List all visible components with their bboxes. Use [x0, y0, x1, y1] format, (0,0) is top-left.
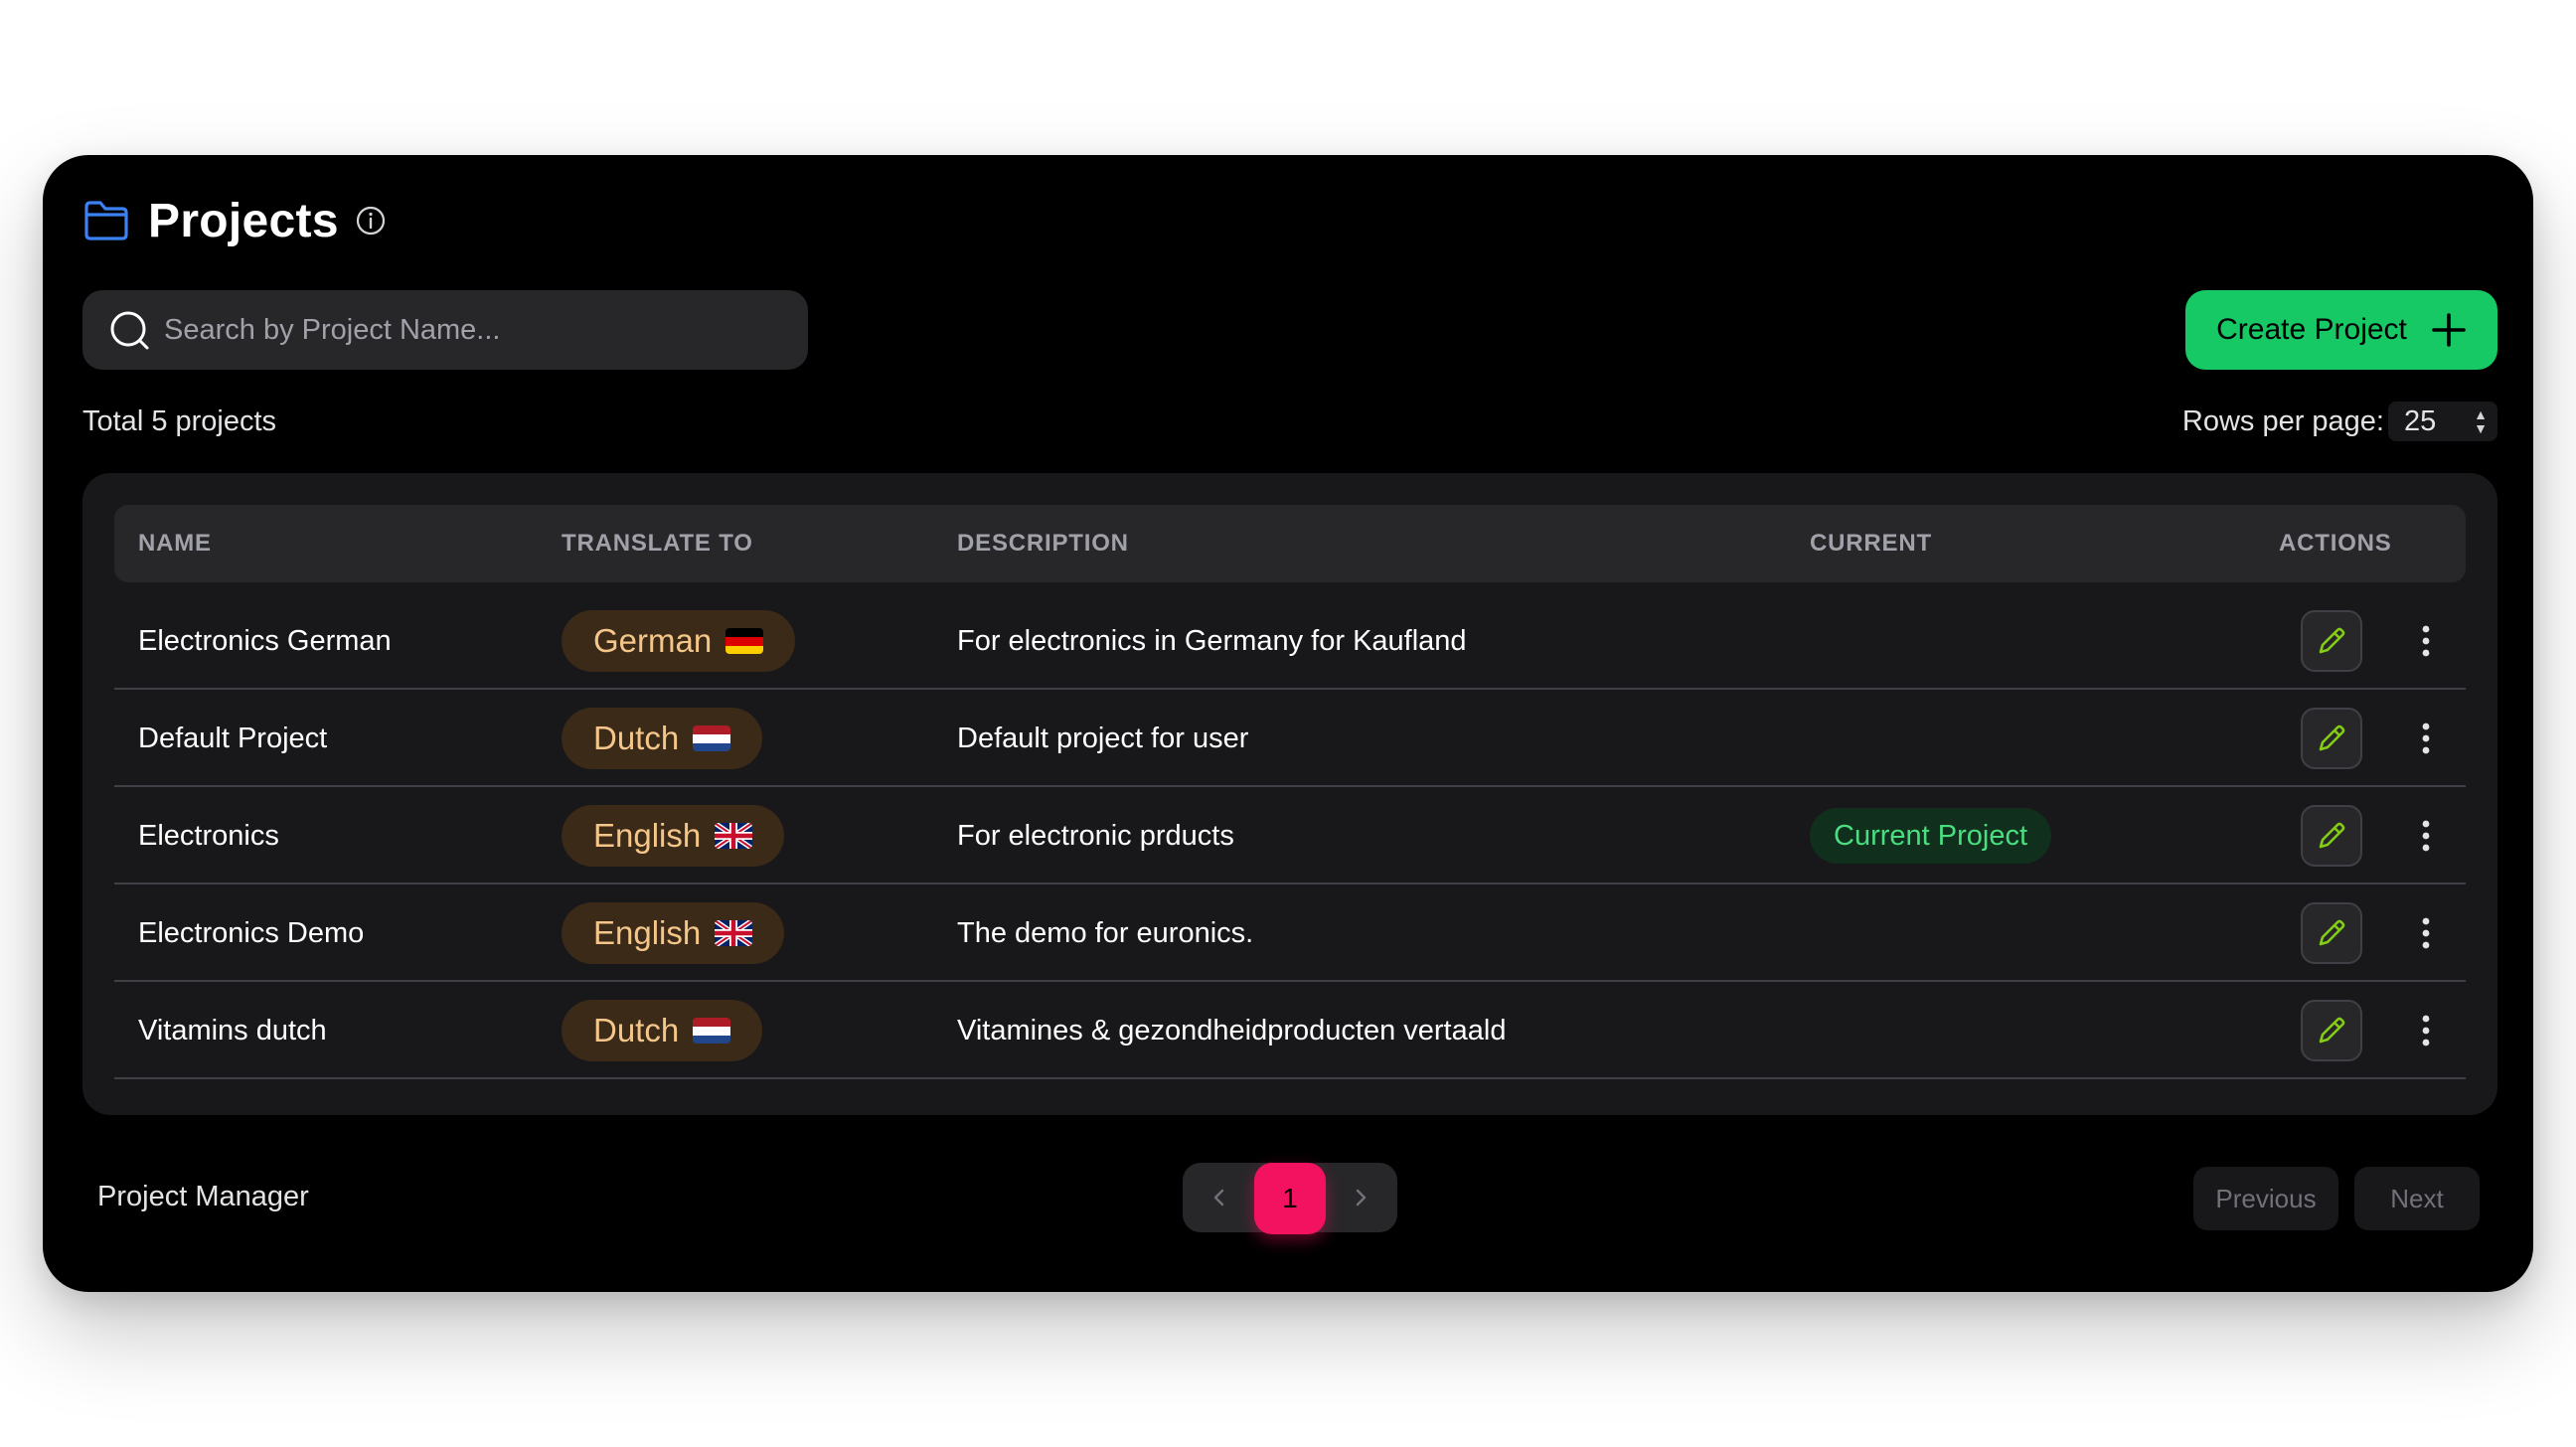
chevron-left-icon[interactable]	[1185, 1163, 1254, 1232]
project-name: Electronics Demo	[138, 916, 365, 949]
pencil-icon	[2315, 916, 2348, 950]
folder-icon	[82, 199, 130, 242]
language-label: English	[593, 817, 702, 854]
language-label: Dutch	[593, 1012, 680, 1048]
edit-project-button[interactable]	[2301, 610, 2362, 672]
more-actions-button[interactable]	[2406, 708, 2446, 769]
search-input[interactable]	[164, 313, 760, 347]
translate-to-cell: English	[562, 884, 785, 982]
plus-icon	[2431, 312, 2467, 348]
de-flag-icon	[725, 628, 764, 654]
create-project-label: Create Project	[2216, 313, 2407, 346]
project-description: Default project for user	[957, 722, 1249, 754]
search-icon	[108, 309, 150, 351]
total-projects-count: Total 5 projects	[82, 405, 277, 437]
language-chip: English	[562, 805, 785, 867]
current-cell: Current Project	[1810, 787, 2052, 884]
edit-project-button[interactable]	[2301, 805, 2362, 867]
language-chip: Dutch	[562, 1000, 763, 1061]
gb-flag-icon	[715, 823, 753, 849]
projects-table: NAME TRANSLATE TO DESCRIPTION CURRENT AC…	[82, 473, 2497, 1115]
footer-label: Project Manager	[97, 1181, 309, 1212]
column-header-name[interactable]: NAME	[138, 505, 212, 582]
more-vertical-icon	[2420, 1013, 2432, 1048]
more-actions-button[interactable]	[2406, 902, 2446, 964]
language-chip: English	[562, 902, 785, 964]
language-chip: Dutch	[562, 708, 763, 769]
pagination: 1	[1183, 1163, 1397, 1234]
column-header-current[interactable]: CURRENT	[1810, 505, 1932, 582]
translate-to-cell: English	[562, 787, 785, 884]
column-header-actions: ACTIONS	[2279, 530, 2392, 557]
pencil-icon	[2315, 624, 2348, 658]
translate-to-cell: Dutch	[562, 982, 763, 1079]
project-description: For electronic prducts	[957, 819, 1234, 852]
table-row[interactable]: Vitamins dutch Dutch Vitamines & gezondhei…	[114, 982, 2466, 1079]
rows-per-page-label: Rows per page:	[2181, 404, 2384, 437]
project-name: Electronics German	[138, 624, 392, 657]
more-vertical-icon	[2420, 915, 2432, 951]
project-description: Vitamines & gezondheidproducten vertaald	[957, 1014, 1507, 1046]
info-icon[interactable]	[355, 205, 387, 237]
nl-flag-icon	[693, 725, 731, 751]
previous-button[interactable]: Previous	[2193, 1167, 2338, 1230]
more-vertical-icon	[2420, 818, 2432, 854]
pencil-icon	[2315, 819, 2348, 853]
more-vertical-icon	[2420, 623, 2432, 659]
table-row[interactable]: Electronics German German For electronics …	[114, 592, 2466, 690]
column-header-description[interactable]: DESCRIPTION	[957, 505, 1129, 582]
project-name: Vitamins dutch	[138, 1014, 327, 1046]
more-actions-button[interactable]	[2406, 805, 2446, 867]
edit-project-button[interactable]	[2301, 1000, 2362, 1061]
translate-to-cell: Dutch	[562, 690, 763, 787]
create-project-button[interactable]: Create Project	[2185, 290, 2497, 370]
rows-per-page: Rows per page: 25 ▲ ▼	[2182, 402, 2497, 441]
edit-project-button[interactable]	[2301, 708, 2362, 769]
search-box[interactable]	[82, 290, 808, 370]
table-header: NAME TRANSLATE TO DESCRIPTION CURRENT AC…	[114, 505, 2466, 582]
project-description: The demo for euronics.	[957, 916, 1254, 949]
next-button[interactable]: Next	[2354, 1167, 2480, 1230]
rows-per-page-value: 25	[2404, 404, 2437, 437]
translate-to-cell: German	[562, 592, 796, 690]
project-name: Electronics	[138, 819, 279, 852]
table-row[interactable]: Default Project Dutch Default project for …	[114, 690, 2466, 787]
chevron-right-icon[interactable]	[1326, 1163, 1395, 1232]
title-row: Projects	[82, 191, 387, 250]
column-header-translate-to[interactable]: TRANSLATE TO	[562, 505, 753, 582]
select-arrows-icon: ▲ ▼	[2474, 406, 2488, 436]
current-project-badge: Current Project	[1810, 808, 2052, 864]
project-name: Default Project	[138, 722, 328, 754]
pencil-icon	[2315, 1014, 2348, 1047]
projects-window: Projects Create Project Total 5 proj	[43, 155, 2533, 1292]
page-title: Projects	[148, 194, 339, 247]
more-vertical-icon	[2420, 721, 2432, 756]
table-row[interactable]: Electronics English For electronic prducts…	[114, 787, 2466, 884]
project-description: For electronics in Germany for Kaufland	[957, 624, 1467, 657]
edit-project-button[interactable]	[2301, 902, 2362, 964]
table-row[interactable]: Electronics Demo English The demo for euro…	[114, 884, 2466, 982]
rows-per-page-select[interactable]: 25 ▲ ▼	[2388, 402, 2497, 441]
more-actions-button[interactable]	[2406, 1000, 2446, 1061]
language-chip: German	[562, 610, 796, 672]
nl-flag-icon	[693, 1018, 731, 1044]
language-label: German	[593, 622, 713, 659]
language-label: English	[593, 914, 702, 951]
gb-flag-icon	[715, 920, 753, 946]
pencil-icon	[2315, 722, 2348, 755]
language-label: Dutch	[593, 720, 680, 756]
page-1-button[interactable]: 1	[1254, 1163, 1326, 1234]
more-actions-button[interactable]	[2406, 610, 2446, 672]
